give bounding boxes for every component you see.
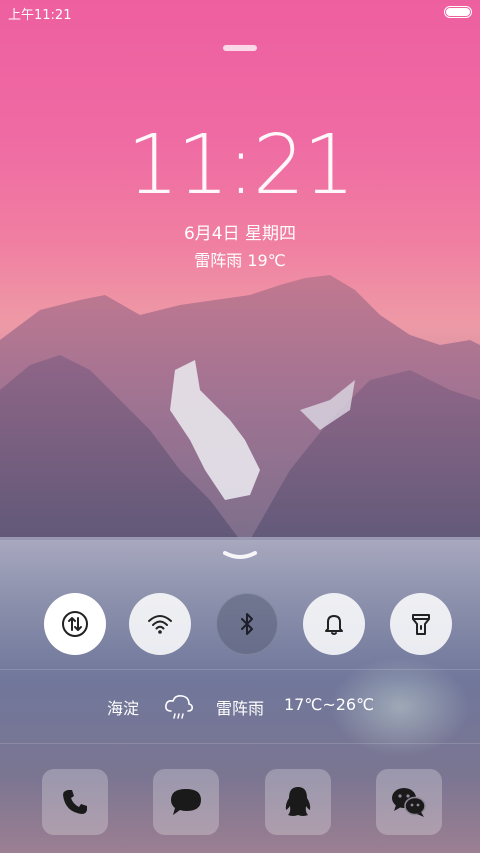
- lock-clock: 11:21: [126, 118, 355, 213]
- wechat-icon: [392, 788, 426, 817]
- weather-bar[interactable]: 海淀 雷阵雨 17℃~26℃: [0, 695, 480, 719]
- lock-date: 6月4日 星期四: [183, 224, 297, 244]
- divider: [0, 669, 480, 670]
- sound-toggle[interactable]: [303, 593, 365, 655]
- status-time: 上午11:21: [8, 8, 72, 23]
- data-toggle[interactable]: [44, 593, 106, 655]
- control-panel: 海淀 雷阵雨 17℃~26℃: [0, 537, 480, 853]
- collapse-chevron-icon[interactable]: [223, 551, 257, 561]
- message-bubble-icon: [171, 789, 201, 815]
- bell-icon: [325, 615, 343, 635]
- lock-weather: 雷阵雨 19℃: [194, 251, 286, 270]
- weather-location: 海淀: [107, 699, 140, 718]
- data-transfer-icon: [62, 611, 88, 637]
- wifi-icon: [148, 615, 172, 634]
- flashlight-toggle[interactable]: [390, 593, 452, 655]
- thunder-rain-icon: [165, 695, 193, 719]
- pull-down-handle[interactable]: [223, 45, 257, 51]
- quick-toggles: [0, 593, 480, 655]
- bluetooth-icon: [241, 613, 253, 635]
- bluetooth-toggle[interactable]: [216, 593, 278, 655]
- wifi-toggle[interactable]: [129, 593, 191, 655]
- qq-penguin-icon: [285, 787, 311, 816]
- divider: [0, 743, 480, 744]
- phone-icon: [63, 790, 87, 814]
- dock-wechat[interactable]: [376, 769, 442, 835]
- battery-icon: [444, 6, 472, 18]
- flashlight-icon: [412, 614, 430, 635]
- mountain-wallpaper: [0, 275, 480, 540]
- dock-messages[interactable]: [153, 769, 219, 835]
- weather-condition: 雷阵雨: [216, 699, 265, 718]
- dock-qq[interactable]: [265, 769, 331, 835]
- dock-phone[interactable]: [42, 769, 108, 835]
- weather-range: 17℃~26℃: [284, 695, 375, 714]
